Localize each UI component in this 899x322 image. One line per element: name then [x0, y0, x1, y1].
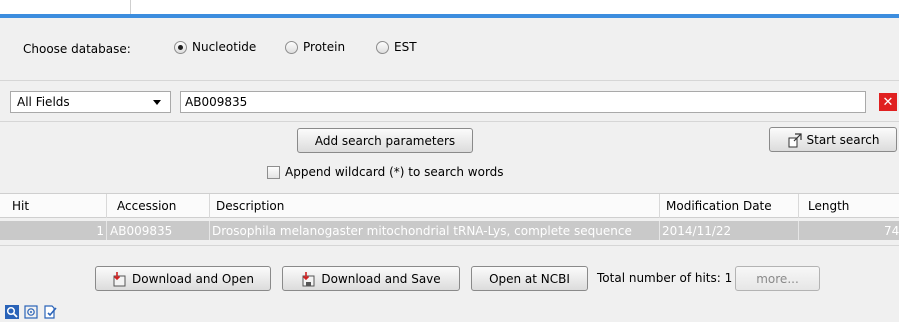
- chevron-down-icon: [153, 100, 161, 105]
- cell-accession: AB009835: [110, 224, 173, 238]
- column-header-modification-date[interactable]: Modification Date: [666, 199, 772, 213]
- cell-hit: 1: [96, 224, 104, 238]
- more-label: more...: [756, 271, 799, 286]
- open-at-ncbi-button[interactable]: Open at NCBI: [471, 266, 588, 291]
- search-view-icon[interactable]: [5, 305, 19, 319]
- checklist-view-icon[interactable]: [43, 305, 57, 319]
- more-button[interactable]: more...: [735, 266, 820, 291]
- tab-edge: [130, 0, 131, 14]
- cell-description: Drosophila melanogaster mitochondrial tR…: [212, 224, 632, 238]
- radio-button[interactable]: [285, 40, 298, 54]
- radio-nucleotide-label: Nucleotide: [192, 40, 257, 54]
- search-field-select[interactable]: All Fields: [10, 91, 171, 113]
- add-search-parameters-label: Add search parameters: [314, 133, 456, 148]
- download-and-save-button[interactable]: Download and Save: [282, 266, 460, 291]
- download-open-icon: [113, 271, 126, 286]
- start-search-button[interactable]: Start search: [769, 127, 897, 152]
- close-icon[interactable]: ✕: [879, 93, 897, 111]
- column-divider[interactable]: [106, 194, 107, 218]
- search-field-value: All Fields: [17, 95, 70, 109]
- cell-divider: [106, 221, 107, 240]
- open-at-ncbi-label: Open at NCBI: [489, 271, 570, 286]
- cell-divider: [798, 221, 799, 240]
- radio-protein-label: Protein: [303, 40, 346, 54]
- append-wildcard-option[interactable]: Append wildcard (*) to search words: [267, 165, 504, 179]
- column-header-hit[interactable]: Hit: [12, 199, 29, 213]
- radio-button[interactable]: [376, 40, 389, 54]
- divider: [0, 80, 899, 81]
- download-and-open-label: Download and Open: [132, 271, 254, 286]
- column-divider[interactable]: [659, 194, 660, 218]
- start-search-icon: [788, 132, 802, 147]
- divider: [0, 121, 899, 122]
- cell-length: 74: [884, 224, 899, 238]
- column-divider[interactable]: [798, 194, 799, 218]
- radio-est-label: EST: [394, 40, 417, 54]
- append-wildcard-checkbox[interactable]: [267, 165, 280, 179]
- download-save-icon: [302, 271, 315, 286]
- top-tab-strip: [0, 0, 899, 14]
- cell-divider: [659, 221, 660, 240]
- radio-protein[interactable]: Protein: [285, 40, 345, 54]
- accent-bar: [0, 14, 899, 18]
- radio-nucleotide[interactable]: Nucleotide: [174, 40, 256, 54]
- choose-database-label: Choose database:: [23, 42, 131, 56]
- divider: [0, 245, 899, 246]
- start-search-label: Start search: [806, 132, 880, 147]
- cell-modification-date: 2014/11/22: [662, 224, 732, 238]
- add-search-parameters-button[interactable]: Add search parameters: [297, 128, 473, 153]
- radio-button-checked[interactable]: [174, 40, 187, 54]
- column-header-length[interactable]: Length: [808, 199, 849, 213]
- append-wildcard-label: Append wildcard (*) to search words: [285, 165, 504, 179]
- download-and-open-button[interactable]: Download and Open: [95, 266, 271, 291]
- total-hits-label: Total number of hits: 1: [597, 271, 733, 285]
- column-header-accession[interactable]: Accession: [117, 199, 176, 213]
- radio-est[interactable]: EST: [376, 40, 417, 54]
- column-header-description[interactable]: Description: [216, 199, 284, 213]
- cell-divider: [209, 221, 210, 240]
- search-input[interactable]: [180, 91, 866, 113]
- download-and-save-label: Download and Save: [321, 271, 441, 286]
- target-view-icon[interactable]: [24, 305, 38, 319]
- column-divider[interactable]: [209, 194, 210, 218]
